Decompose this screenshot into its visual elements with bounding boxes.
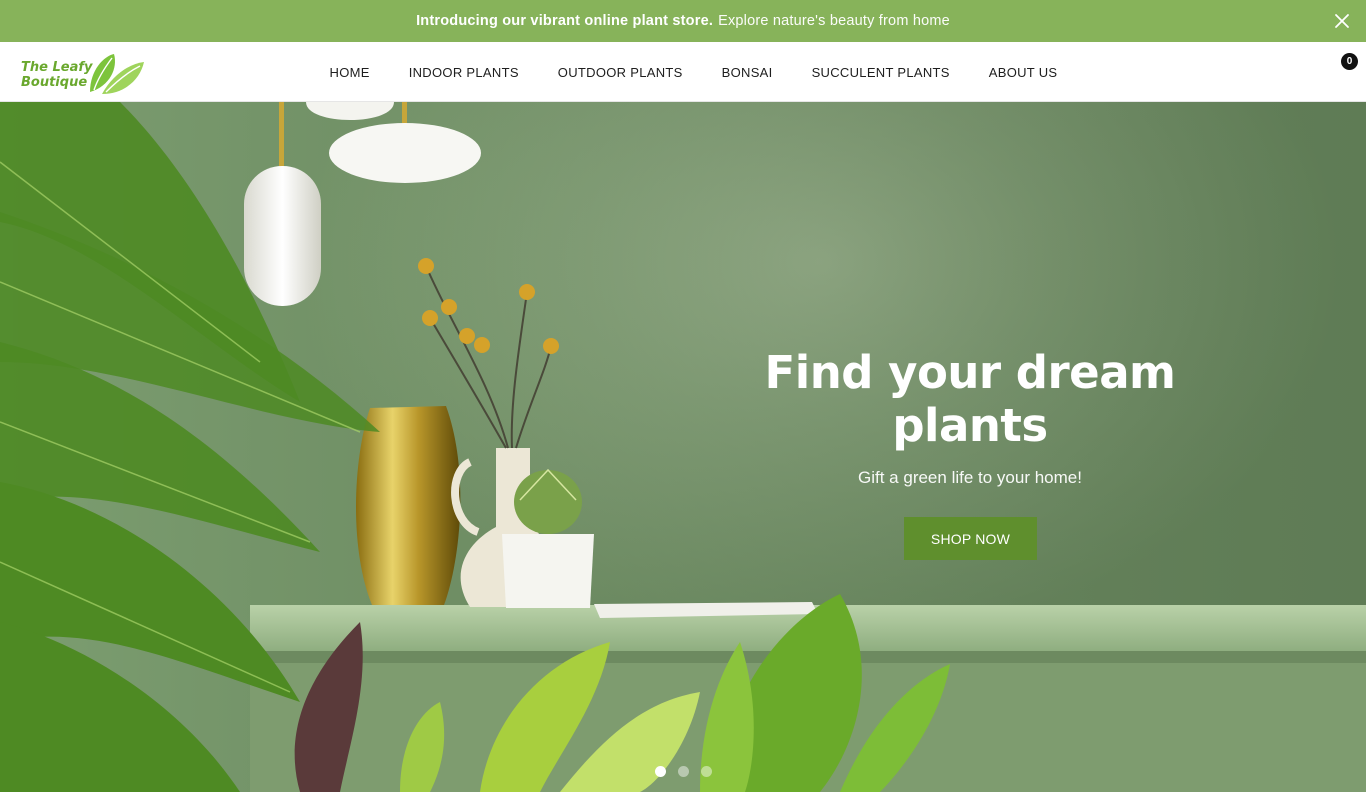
site-header: The Leafy Boutique HOME INDOOR PLANTS OU…	[0, 42, 1366, 102]
slider-dot-3[interactable]	[701, 766, 712, 777]
nav-home[interactable]: HOME	[330, 65, 370, 80]
slider-dot-1[interactable]	[655, 766, 666, 777]
logo[interactable]: The Leafy Boutique	[20, 50, 146, 96]
cart-icon[interactable]: 0	[1339, 52, 1361, 74]
hero-subtitle: Gift a green life to your home!	[858, 468, 1082, 487]
announcement-bold-text: Introducing our vibrant online plant sto…	[416, 13, 714, 29]
slider-dots	[655, 766, 712, 777]
shop-now-button[interactable]: SHOP NOW	[904, 517, 1037, 560]
nav-indoor-plants[interactable]: INDOOR PLANTS	[409, 65, 519, 80]
slider-dot-2[interactable]	[678, 766, 689, 777]
nav-about-us[interactable]: ABOUT US	[989, 65, 1058, 80]
logo-line1: The Leafy	[21, 60, 93, 75]
main-nav: HOME INDOOR PLANTS OUTDOOR PLANTS BONSAI…	[310, 42, 1077, 102]
logo-line2: Boutique	[21, 75, 88, 90]
leaf-icon	[90, 54, 144, 94]
cart-count-badge: 0	[1341, 53, 1358, 70]
announcement-text: Explore nature's beauty from home	[718, 13, 950, 29]
nav-succulent-plants[interactable]: SUCCULENT PLANTS	[812, 65, 950, 80]
nav-outdoor-plants[interactable]: OUTDOOR PLANTS	[558, 65, 683, 80]
nav-bonsai[interactable]: BONSAI	[722, 65, 773, 80]
hero-banner: Find your dream plants Gift a green life…	[0, 102, 1366, 792]
hero-title: Find your dream plants	[764, 346, 1176, 452]
logo-text: The Leafy Boutique	[21, 60, 92, 90]
close-icon[interactable]	[1332, 11, 1352, 31]
announcement-bar: Introducing our vibrant online plant sto…	[0, 0, 1366, 42]
